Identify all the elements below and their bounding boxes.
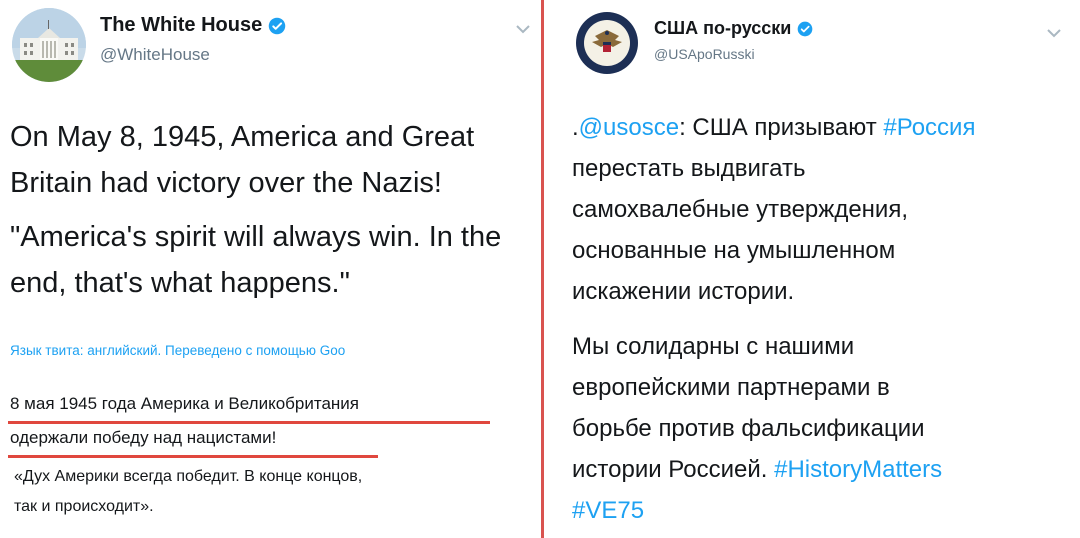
- right-handle[interactable]: @USApoRusski: [654, 46, 755, 62]
- translated-quote: «Дух Америки всегда победит. В конце кон…: [14, 462, 534, 522]
- translated-line-1: 8 мая 1945 года Америка и Великобритания: [10, 394, 359, 413]
- mention-link[interactable]: @usosce: [579, 114, 679, 141]
- text-prefix: истории Россией.: [572, 456, 775, 483]
- translated-quote-line: «Дух Америки всегда победит. В конце кон…: [14, 468, 363, 485]
- right-p2-line: Мы солидарны с нашими: [572, 333, 855, 360]
- right-p2-line: истории Россией. #HistoryMatters: [572, 449, 1072, 490]
- translated-quote-line: так и происходит».: [14, 498, 154, 515]
- translation-note[interactable]: Язык твита: английский. Переведено с пом…: [10, 343, 540, 358]
- hashtag-link[interactable]: #Россия: [883, 114, 975, 141]
- left-p1-line: Britain had victory over the Nazis!: [10, 167, 442, 199]
- hashtag-link[interactable]: #HistoryMatters: [774, 456, 942, 483]
- right-p1-line: искажении истории.: [572, 278, 795, 305]
- verified-badge-icon: [798, 21, 813, 36]
- right-p2-line: борьбе против фальсификации: [572, 415, 925, 442]
- hashtag-link[interactable]: #VE75: [572, 497, 644, 524]
- right-p1-line: .@usosce: США призывают #Россия: [572, 107, 1072, 148]
- left-handle[interactable]: @WhiteHouse: [100, 45, 210, 65]
- chevron-down-icon[interactable]: [1046, 28, 1062, 38]
- right-display-name[interactable]: США по-русски: [654, 18, 791, 39]
- state-department-seal-avatar[interactable]: [576, 12, 638, 74]
- right-p2-line: #VE75: [572, 490, 1072, 531]
- left-tweet-panel: The White House @WhiteHouse On May 8, 19…: [0, 0, 540, 538]
- right-p1-line: перестать выдвигать: [572, 155, 806, 182]
- right-p2-line: европейскими партнерами в: [572, 374, 890, 401]
- translated-line-2: одержали победу над нацистами!: [10, 428, 277, 447]
- right-tweet-body: .@usosce: США призывают #Россия перестат…: [572, 107, 1072, 531]
- left-p2-line: end, that's what happens.": [10, 267, 350, 299]
- underline-mark: [8, 455, 378, 458]
- text-prefix: .: [572, 114, 579, 141]
- left-display-name[interactable]: The White House: [100, 14, 262, 37]
- verified-badge-icon: [268, 17, 286, 34]
- right-name-row: США по-русски: [654, 18, 813, 39]
- left-p2-line: "America's spirit will always win. In th…: [10, 221, 502, 253]
- underline-mark: [8, 421, 490, 424]
- right-tweet-panel: США по-русски @USApoRusski .@usosce: США…: [546, 0, 1080, 538]
- left-tweet-body: On May 8, 1945, America and Great Britai…: [10, 114, 535, 306]
- right-p1-line: основанные на умышленном: [572, 237, 896, 264]
- left-p1-line: On May 8, 1945, America and Great: [10, 121, 475, 153]
- left-name-row: The White House: [100, 14, 286, 37]
- text-middle: : США призывают: [679, 114, 884, 141]
- white-house-avatar[interactable]: [12, 8, 86, 82]
- chevron-down-icon[interactable]: [515, 24, 531, 34]
- right-p1-line: самохвалебные утверждения,: [572, 196, 908, 223]
- panel-divider: [541, 0, 544, 538]
